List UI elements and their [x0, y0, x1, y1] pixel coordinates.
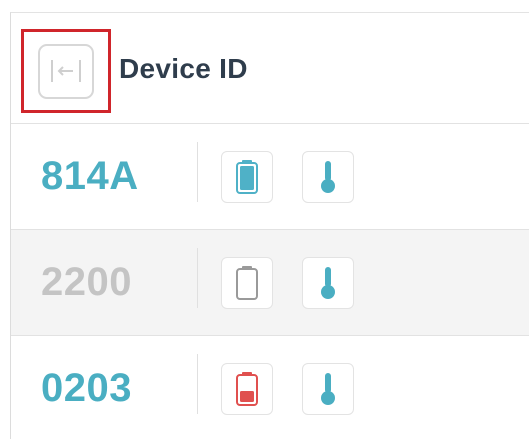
table-row[interactable]: 2200	[11, 230, 529, 336]
temperature-status-button[interactable]	[302, 363, 354, 415]
battery-full-icon	[236, 160, 258, 194]
column-divider	[197, 248, 198, 308]
battery-low-icon	[236, 372, 258, 406]
column-divider	[197, 354, 198, 414]
table-row[interactable]: 0203	[11, 336, 529, 442]
device-id-column-header[interactable]: Device ID	[119, 53, 248, 85]
table-row[interactable]: 814A	[11, 124, 529, 230]
table-header: Device ID	[11, 13, 529, 124]
collapse-sidebar-button[interactable]	[27, 35, 105, 107]
column-divider	[197, 142, 198, 202]
collapse-button-frame	[38, 43, 94, 99]
thermometer-icon	[321, 267, 335, 299]
battery-empty-icon	[236, 266, 258, 300]
thermometer-icon	[321, 373, 335, 405]
collapse-arrow-icon	[51, 60, 81, 82]
device-id-value[interactable]: 0203	[41, 366, 132, 411]
device-id-value[interactable]: 2200	[41, 260, 132, 305]
battery-status-button[interactable]	[221, 151, 273, 203]
temperature-status-button[interactable]	[302, 151, 354, 203]
battery-status-button[interactable]	[221, 257, 273, 309]
device-id-value[interactable]: 814A	[41, 154, 139, 199]
device-list-panel: Device ID 814A 2200 0203	[10, 12, 529, 439]
thermometer-icon	[321, 161, 335, 193]
temperature-status-button[interactable]	[302, 257, 354, 309]
battery-status-button[interactable]	[221, 363, 273, 415]
